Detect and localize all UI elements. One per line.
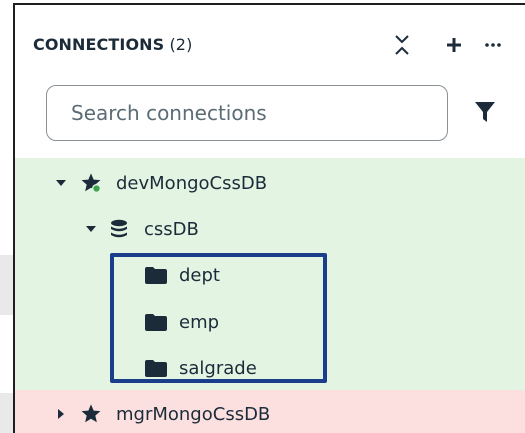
database-icon — [110, 219, 128, 239]
star-icon — [80, 172, 102, 194]
connection-item-mgrMongoCssDB[interactable]: mgrMongoCssDB — [56, 399, 270, 429]
search-placeholder: Search connections — [71, 101, 267, 125]
caret-right-icon[interactable] — [56, 409, 66, 419]
database-name: cssDB — [144, 218, 199, 240]
background-window-edge — [0, 393, 13, 433]
caret-down-icon[interactable] — [86, 224, 96, 234]
star-icon — [80, 403, 102, 425]
collapse-all-icon[interactable] — [390, 31, 414, 59]
collections-highlight-box — [110, 253, 327, 383]
database-item-cssDB[interactable]: cssDB — [86, 214, 199, 244]
connections-header: CONNECTIONS (2) — [33, 29, 513, 63]
background-window-edge — [0, 255, 13, 315]
connection-item-devMongoCssDB[interactable]: devMongoCssDB — [56, 168, 267, 198]
connections-title: CONNECTIONS (2) — [33, 35, 192, 54]
connection-name: mgrMongoCssDB — [116, 403, 271, 425]
ellipsis-icon[interactable] — [481, 31, 505, 59]
connection-name: devMongoCssDB — [116, 172, 268, 194]
caret-down-icon[interactable] — [56, 178, 66, 188]
connections-count: (2) — [169, 35, 193, 54]
connections-title-label: CONNECTIONS — [33, 35, 165, 54]
search-input[interactable]: Search connections — [46, 85, 448, 141]
filter-funnel-icon[interactable] — [474, 100, 500, 126]
plus-icon[interactable] — [442, 31, 466, 59]
